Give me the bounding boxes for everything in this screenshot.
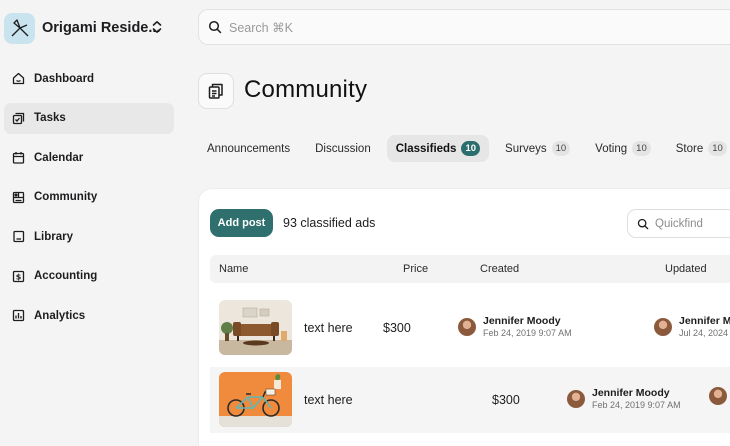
search-icon: [637, 218, 649, 229]
sidebar: Origami Reside... Dashboard Tasks Calend…: [0, 0, 186, 446]
listing-price: $300: [492, 393, 520, 407]
sidebar-item-label: Accounting: [34, 270, 98, 282]
ads-count: 93 classified ads: [283, 216, 376, 230]
tab-surveys[interactable]: Surveys 10: [496, 135, 579, 162]
tasks-icon: [11, 111, 25, 125]
listing-name: text here: [304, 393, 353, 407]
home-icon: [11, 72, 25, 86]
tab-announcements[interactable]: Announcements: [198, 135, 299, 162]
chart-icon: [11, 309, 25, 323]
sidebar-item-analytics[interactable]: Analytics: [4, 300, 174, 331]
created-by: Jennifer Moody Feb 24, 2019 9:07 AM: [567, 387, 681, 411]
creator-name: Jennifer Moody: [483, 315, 561, 327]
search-icon: [208, 20, 222, 34]
table-header: Name Price Created Updated: [210, 255, 730, 283]
column-header-updated[interactable]: Updated: [665, 263, 707, 275]
page-title: Community: [244, 76, 368, 103]
sidebar-item-accounting[interactable]: $ Accounting: [4, 261, 174, 292]
tab-classifieds[interactable]: Classifieds 10: [386, 135, 490, 162]
count-badge: 10: [708, 141, 727, 156]
column-header-price[interactable]: Price: [403, 263, 428, 275]
avatar: [458, 318, 476, 336]
add-post-button[interactable]: Add post: [210, 209, 273, 237]
sidebar-item-dashboard[interactable]: Dashboard: [4, 63, 174, 94]
created-date: Feb 24, 2019 9:07 AM: [483, 328, 572, 338]
sidebar-nav: Dashboard Tasks Calendar Community Libra…: [4, 63, 174, 340]
table-row[interactable]: text here $300 Jennifer Moody Feb 24, 20…: [210, 295, 730, 361]
updated-by: Jennifer M Jul 24, 2024: [654, 315, 730, 339]
updated-date: Jul 24, 2024: [679, 328, 729, 338]
sidebar-item-label: Library: [34, 230, 73, 243]
sidebar-item-label: Tasks: [34, 112, 66, 124]
tab-voting[interactable]: Voting 10: [586, 135, 660, 162]
community-page-icon: [198, 73, 234, 109]
tab-label: Classifieds: [395, 142, 457, 155]
community-tabs: Announcements Discussion Classifieds 10 …: [198, 135, 730, 162]
updated-by: [709, 387, 730, 405]
search-input[interactable]: Search ⌘K: [198, 9, 730, 45]
tab-label: Announcements: [207, 142, 291, 155]
column-header-name[interactable]: Name: [219, 263, 248, 275]
sidebar-item-community[interactable]: Community: [4, 182, 174, 213]
sidebar-item-calendar[interactable]: Calendar: [4, 142, 174, 173]
listing-thumbnail: [219, 300, 292, 355]
avatar: [709, 387, 727, 405]
sidebar-item-label: Calendar: [34, 151, 84, 164]
quickfind-placeholder: Quickfind: [655, 217, 703, 230]
count-badge: 10: [461, 141, 481, 156]
tab-label: Store: [675, 142, 704, 155]
sidebar-item-label: Dashboard: [34, 72, 95, 85]
chevron-updown-icon[interactable]: [148, 18, 166, 36]
book-icon: [11, 230, 25, 244]
org-switcher[interactable]: Origami Reside...: [4, 11, 160, 45]
sidebar-item-library[interactable]: Library: [4, 221, 174, 252]
tab-label: Discussion: [315, 142, 371, 155]
dollar-icon: $: [11, 269, 25, 283]
table-row[interactable]: text here $300 Jennifer Moody Feb 24, 20…: [210, 367, 730, 433]
tab-discussion[interactable]: Discussion: [306, 135, 380, 162]
updater-name: Jennifer M: [679, 315, 730, 327]
quickfind-input[interactable]: Quickfind: [627, 209, 730, 238]
listing-name: text here: [304, 321, 353, 335]
tab-store[interactable]: Store 10: [667, 135, 730, 162]
tab-label: Surveys: [505, 142, 547, 155]
listing-thumbnail: [219, 372, 292, 427]
sidebar-item-label: Analytics: [34, 309, 86, 322]
avatar: [654, 318, 672, 336]
count-badge: 10: [551, 141, 571, 156]
column-header-created[interactable]: Created: [480, 263, 519, 275]
count-badge: 10: [632, 141, 651, 156]
svg-text:$: $: [15, 272, 21, 281]
calendar-icon: [11, 151, 25, 165]
created-date: Feb 24, 2019 9:07 AM: [592, 400, 681, 410]
main-content: Search ⌘K Community Announcements Discus…: [186, 0, 730, 446]
sidebar-item-label: Community: [34, 191, 98, 203]
search-placeholder: Search ⌘K: [229, 20, 293, 35]
org-name: Origami Reside...: [42, 20, 161, 36]
created-by: Jennifer Moody Feb 24, 2019 9:07 AM: [458, 315, 572, 339]
creator-name: Jennifer Moody: [592, 387, 670, 399]
sidebar-item-tasks[interactable]: Tasks: [4, 102, 174, 134]
origami-logo-icon: [4, 12, 35, 44]
community-icon: [11, 190, 25, 204]
avatar: [567, 390, 585, 408]
listing-price: $300: [383, 321, 411, 335]
tab-label: Voting: [595, 142, 628, 155]
classifieds-card: Add post 93 classified ads Quickfind Nam…: [198, 188, 730, 446]
